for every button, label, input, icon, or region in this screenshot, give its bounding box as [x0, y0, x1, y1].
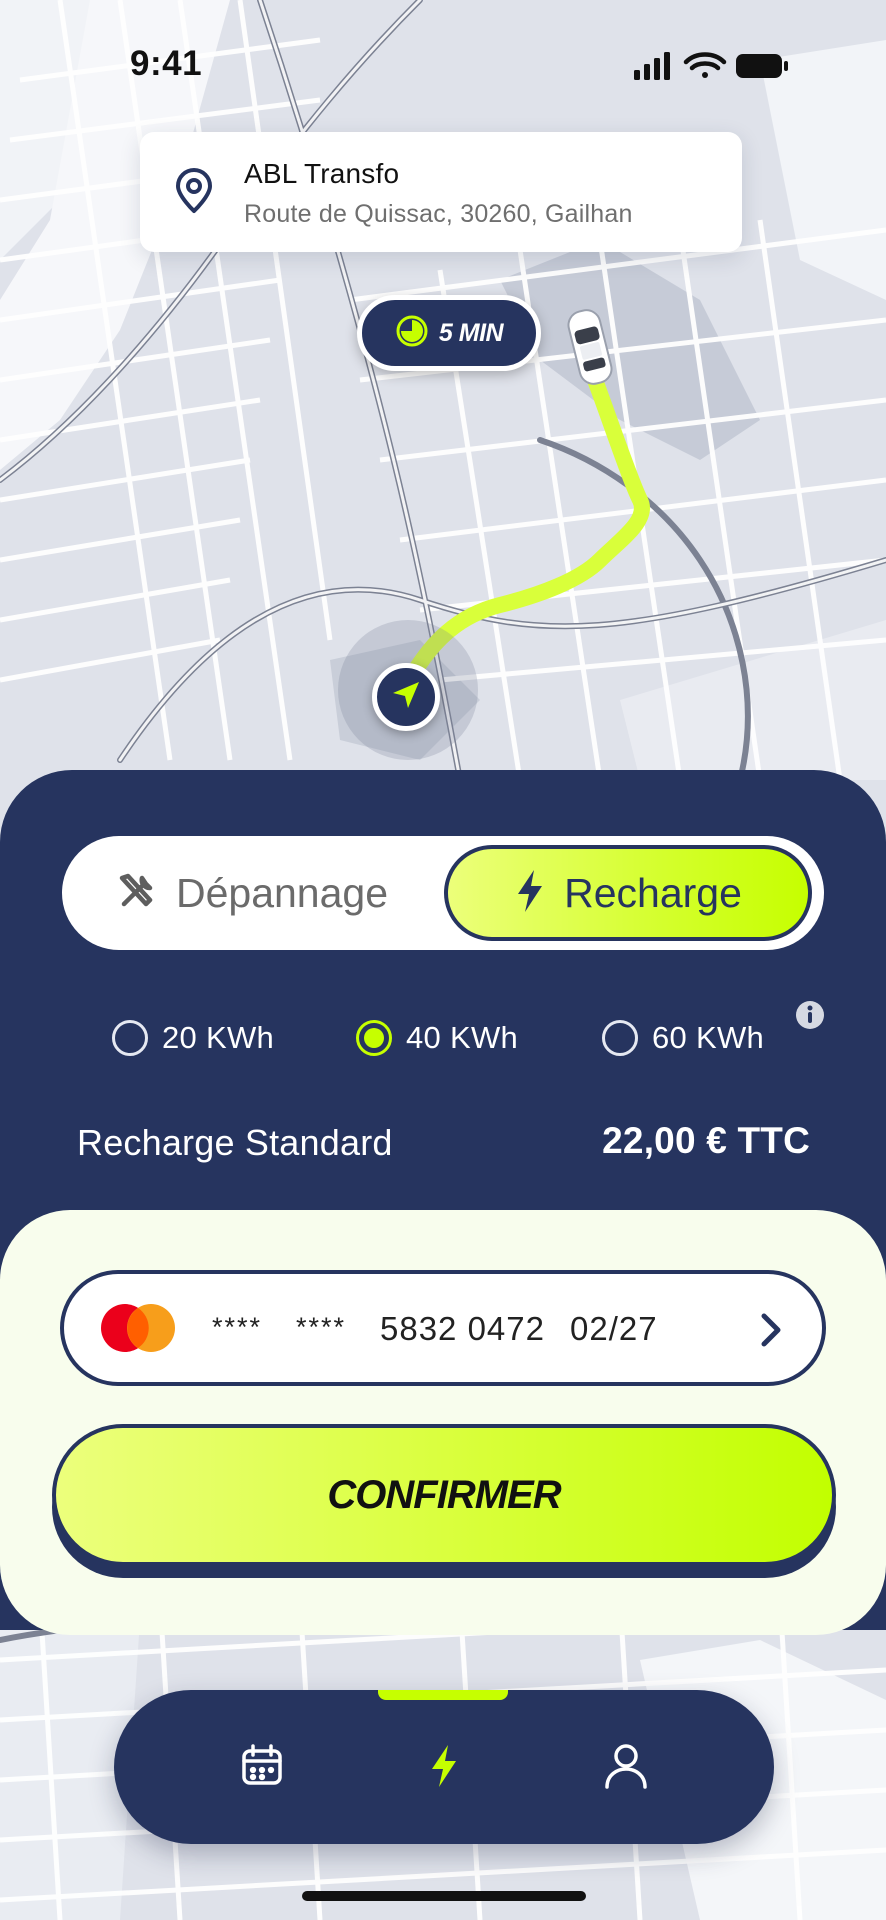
info-icon[interactable] [795, 1000, 825, 1035]
navigation-arrow-icon [389, 678, 423, 717]
confirm-button[interactable]: CONFIRMER [52, 1424, 836, 1566]
confirm-button-label: CONFIRMER [327, 1472, 561, 1517]
tab-recharge[interactable]: Recharge [444, 845, 812, 941]
timer-icon [395, 314, 429, 353]
tab-profile[interactable] [596, 1738, 656, 1798]
mastercard-logo [100, 1303, 176, 1358]
user-icon [603, 1742, 649, 1795]
current-location-marker[interactable] [372, 663, 440, 731]
energy-option-label: 20 KWh [162, 1020, 275, 1055]
tools-icon [116, 870, 158, 917]
signal-icon [634, 52, 670, 80]
destination-address: Route de Quissac, 30260, Gailhan [244, 200, 633, 228]
lightning-icon [428, 1743, 460, 1794]
energy-option-label: 40 KWh [406, 1020, 519, 1055]
chevron-right-icon [756, 1310, 784, 1355]
energy-option-40[interactable]: 40 KWh [356, 1014, 518, 1062]
location-pin-icon [174, 168, 214, 219]
destination-card[interactable]: ABL Transfo Route de Quissac, 30260, Gai… [140, 132, 742, 252]
energy-option-label: 60 KWh [652, 1020, 765, 1055]
energy-option-20[interactable]: 20 KWh [112, 1014, 274, 1062]
home-indicator[interactable] [302, 1891, 586, 1901]
status-time: 9:41 [130, 44, 203, 83]
card-mask: **** [296, 1312, 347, 1342]
radio-selected[interactable] [356, 1020, 392, 1056]
wifi-icon [683, 52, 727, 78]
car-marker [560, 302, 620, 397]
plan-name: Recharge Standard [77, 1122, 393, 1163]
active-tab-indicator [378, 1690, 508, 1700]
lightning-icon [514, 868, 546, 919]
status-icons [634, 50, 794, 87]
card-expiry: 02/27 [570, 1310, 658, 1347]
destination-name: ABL Transfo [244, 158, 400, 189]
tab-recharge-label: Recharge [564, 869, 742, 916]
tab-recharge-nav[interactable] [414, 1738, 474, 1798]
eta-label: 5 MIN [438, 318, 504, 347]
energy-option-60[interactable]: 60 KWh [602, 1014, 764, 1062]
eta-badge: 5 MIN [357, 295, 541, 371]
card-mask: **** [212, 1312, 263, 1342]
tab-depannage-label: Dépannage [175, 869, 389, 916]
plan-price: 22,00 € TTC [602, 1120, 810, 1161]
battery-icon [736, 54, 788, 78]
payment-method-selector[interactable]: **** **** 5832 0472 02/27 [60, 1270, 826, 1386]
radio-unselected[interactable] [602, 1020, 638, 1056]
tab-calendar[interactable] [232, 1738, 292, 1798]
radio-unselected[interactable] [112, 1020, 148, 1056]
tab-depannage[interactable]: Dépannage [62, 836, 442, 950]
calendar-icon [239, 1743, 285, 1794]
card-number: 5832 0472 [380, 1310, 545, 1347]
